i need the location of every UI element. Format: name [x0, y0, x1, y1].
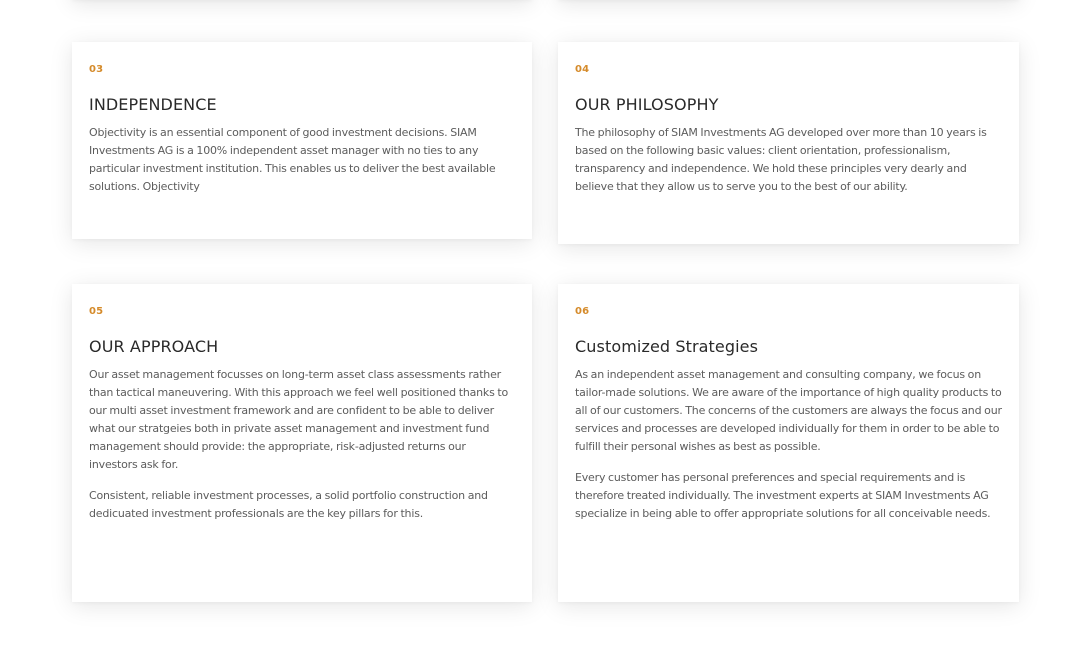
card-title: OUR APPROACH — [89, 337, 219, 356]
card-customized-strategies: 06 Customized Strategies As an independe… — [558, 284, 1019, 602]
card-number: 06 — [575, 306, 590, 317]
card-paragraph: The philosophy of SIAM Investments AG de… — [575, 126, 987, 193]
card-number: 04 — [575, 64, 590, 75]
card-paragraph: Every customer has personal preferences … — [575, 471, 991, 520]
card-number: 03 — [89, 64, 104, 75]
card-paragraph: Consistent, reliable investment processe… — [89, 489, 488, 520]
card-number: 05 — [89, 306, 104, 317]
card-our-approach: 05 OUR APPROACH Our asset management foc… — [72, 284, 532, 602]
card-body: As an independent asset management and c… — [575, 366, 1003, 523]
card-our-philosophy: 04 OUR PHILOSOPHY The philosophy of SIAM… — [558, 42, 1019, 244]
card-paragraph: Our asset management focusses on long-te… — [89, 368, 509, 471]
card-body: Objectivity is an essential component of… — [89, 124, 516, 196]
card-title: Customized Strategies — [575, 337, 759, 356]
card-body: Our asset management focusses on long-te… — [89, 366, 516, 523]
card-title: INDEPENDENCE — [89, 95, 217, 114]
card-body: The philosophy of SIAM Investments AG de… — [575, 124, 1003, 196]
card-independence: 03 INDEPENDENCE Objectivity is an essent… — [72, 42, 532, 239]
card-paragraph: Objectivity is an essential component of… — [89, 126, 496, 193]
card-title: OUR PHILOSOPHY — [575, 95, 719, 114]
card-paragraph: As an independent asset management and c… — [575, 368, 1002, 453]
